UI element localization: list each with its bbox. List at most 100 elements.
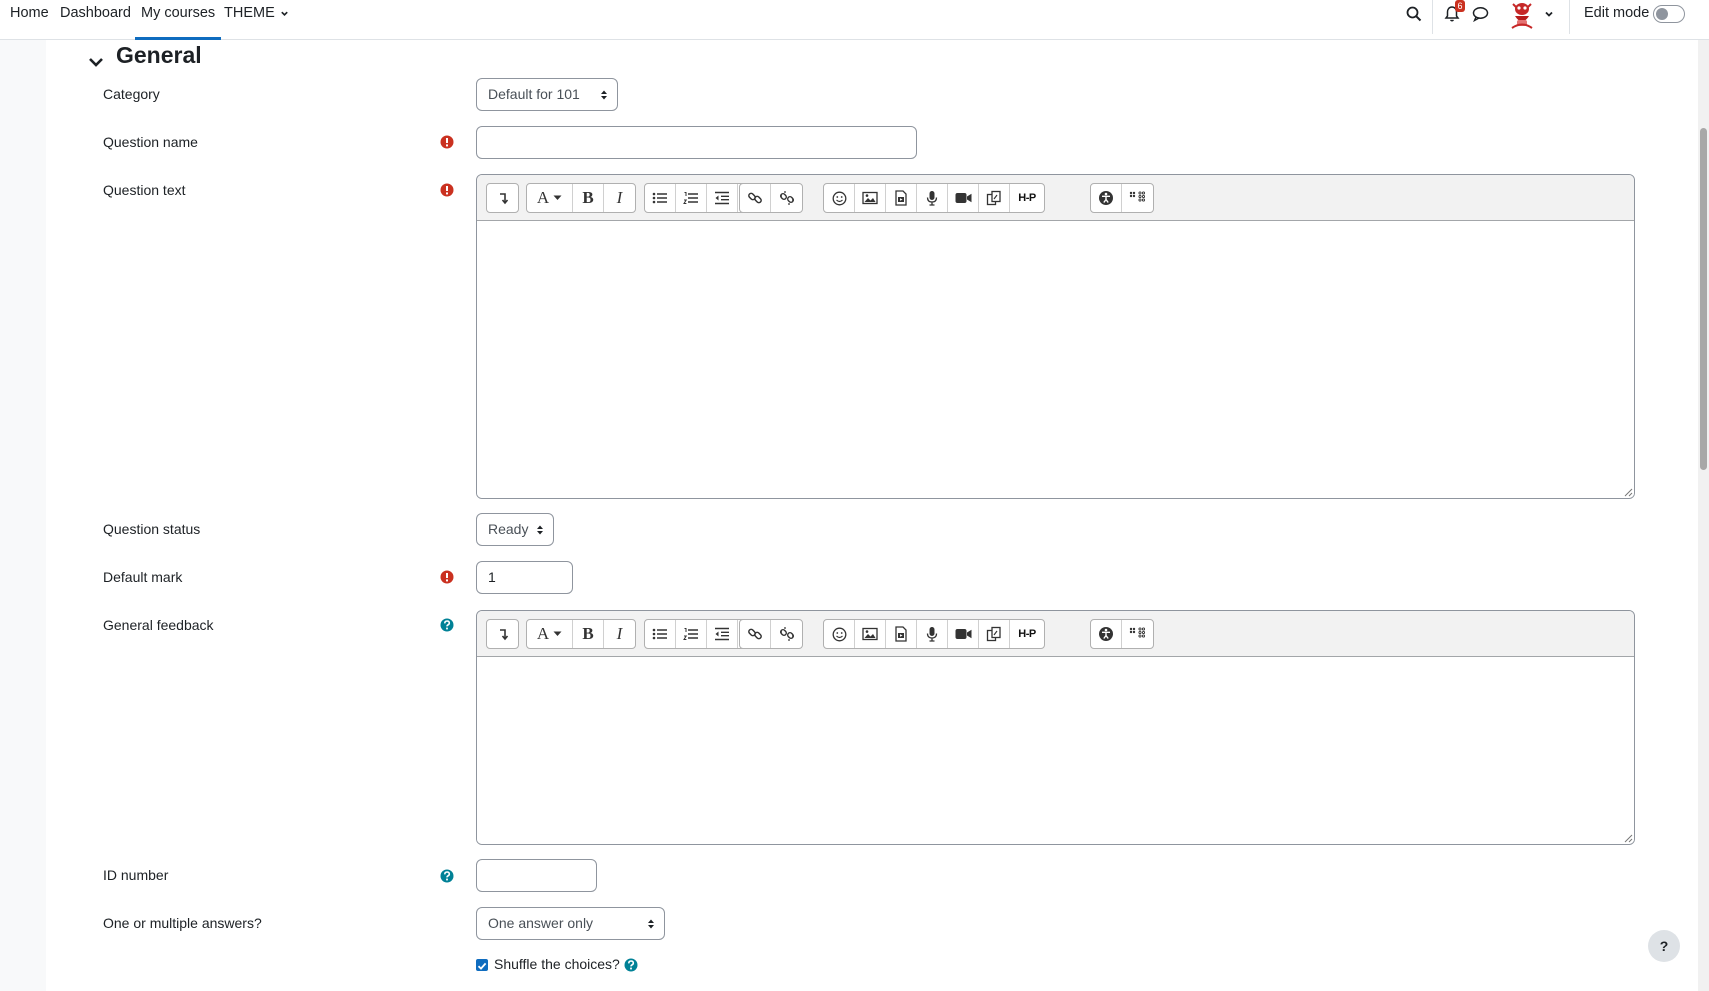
nav-home[interactable]: Home: [10, 0, 49, 40]
collapse-button[interactable]: [487, 184, 518, 212]
nav-theme-label: THEME: [224, 5, 275, 21]
media-button[interactable]: [886, 184, 917, 212]
editor-content-area[interactable]: [477, 221, 1634, 498]
unordered-list-button[interactable]: [645, 184, 676, 212]
font-style-button[interactable]: A: [527, 184, 573, 212]
toolbar-group: [1090, 183, 1154, 213]
nav-theme[interactable]: THEME: [224, 0, 289, 40]
id-number-label: ID number: [103, 867, 169, 883]
general-feedback-label: General feedback: [103, 617, 214, 633]
caret-down-icon: [553, 631, 562, 636]
question-name-input[interactable]: [476, 126, 917, 159]
bold-icon: B: [582, 188, 594, 207]
nav-dashboard[interactable]: Dashboard: [60, 0, 131, 40]
chevron-down-icon[interactable]: [1544, 9, 1554, 19]
bold-button[interactable]: B: [573, 620, 604, 648]
unlink-button[interactable]: [771, 184, 802, 212]
category-select[interactable]: Default for 101: [476, 78, 618, 111]
question-status-value: Ready: [488, 521, 529, 537]
link-button[interactable]: [740, 620, 771, 648]
record-audio-button[interactable]: [917, 620, 948, 648]
screenreader-helper-icon: [1129, 627, 1147, 641]
question-name-label: Question name: [103, 134, 198, 150]
font-style-icon: A: [536, 624, 550, 643]
collapse-icon: [496, 627, 510, 641]
toolbar-group: [486, 619, 519, 649]
select-caret-icon: [601, 90, 607, 100]
editor-content-area[interactable]: [477, 657, 1634, 844]
select-caret-icon: [537, 525, 543, 535]
record-audio-icon: [926, 190, 938, 206]
notification-badge: 6: [1455, 0, 1465, 12]
record-video-button[interactable]: [948, 620, 979, 648]
collapse-button[interactable]: [487, 620, 518, 648]
emoji-button[interactable]: [824, 620, 855, 648]
category-value: Default for 101: [488, 86, 580, 102]
italic-button[interactable]: I: [604, 620, 635, 648]
ordered-list-button[interactable]: [676, 620, 707, 648]
resize-handle-icon[interactable]: [1623, 487, 1633, 497]
unordered-list-button[interactable]: [645, 620, 676, 648]
section-collapse-chevron-icon[interactable]: [88, 48, 104, 76]
emoji-button[interactable]: [824, 184, 855, 212]
chat-icon[interactable]: [1472, 6, 1489, 22]
general-feedback-editor[interactable]: A B I H-P: [476, 610, 1635, 845]
question-status-select[interactable]: Ready: [476, 513, 554, 546]
section-title: General: [116, 42, 202, 68]
avatar[interactable]: [1507, 1, 1537, 29]
ordered-list-button[interactable]: [676, 184, 707, 212]
h5p-button[interactable]: H-P: [1010, 184, 1044, 212]
toolbar-group: H-P: [823, 619, 1045, 649]
search-icon[interactable]: [1406, 6, 1422, 22]
outdent-button[interactable]: [707, 184, 738, 212]
media-icon: [894, 190, 908, 206]
record-audio-button[interactable]: [917, 184, 948, 212]
link-icon: [747, 190, 763, 206]
help-fab-button[interactable]: ?: [1648, 930, 1680, 962]
manage-files-button[interactable]: [979, 620, 1010, 648]
nav-my-courses[interactable]: My courses: [134, 0, 222, 40]
caret-down-icon: [553, 195, 562, 200]
unlink-button[interactable]: [771, 620, 802, 648]
font-style-button[interactable]: A: [527, 620, 573, 648]
image-icon: [862, 191, 878, 205]
h5p-button[interactable]: H-P: [1010, 620, 1044, 648]
bold-button[interactable]: B: [573, 184, 604, 212]
screenreader-helper-button[interactable]: [1122, 620, 1153, 648]
media-button[interactable]: [886, 620, 917, 648]
h5p-icon: H-P: [1018, 192, 1036, 204]
scrollbar-thumb[interactable]: [1700, 128, 1707, 470]
outdent-button[interactable]: [707, 620, 738, 648]
accessibility-checker-button[interactable]: [1091, 620, 1122, 648]
media-icon: [894, 626, 908, 642]
image-button[interactable]: [855, 184, 886, 212]
question-text-editor[interactable]: A B I H-P: [476, 174, 1635, 499]
edit-mode-toggle[interactable]: [1653, 5, 1685, 23]
screenreader-helper-button[interactable]: [1122, 184, 1153, 212]
answers-mode-select[interactable]: One answer only: [476, 907, 665, 940]
default-mark-input[interactable]: 1: [476, 561, 573, 594]
italic-button[interactable]: I: [604, 184, 635, 212]
help-icon[interactable]: [440, 869, 454, 883]
resize-handle-icon[interactable]: [1623, 833, 1633, 843]
help-icon[interactable]: [440, 618, 454, 632]
image-button[interactable]: [855, 620, 886, 648]
shuffle-label: Shuffle the choices?: [494, 956, 620, 972]
accessibility-checker-button[interactable]: [1091, 184, 1122, 212]
record-video-button[interactable]: [948, 184, 979, 212]
manage-files-button[interactable]: [979, 184, 1010, 212]
question-status-label: Question status: [103, 521, 201, 537]
ordered-list-icon: [683, 191, 699, 205]
outdent-icon: [714, 627, 730, 641]
unlink-icon: [779, 190, 795, 206]
id-number-input[interactable]: [476, 859, 597, 892]
accessibility-checker-icon: [1098, 626, 1114, 642]
shuffle-checkbox[interactable]: [476, 959, 488, 971]
answers-mode-value: One answer only: [488, 915, 594, 931]
link-button[interactable]: [740, 184, 771, 212]
help-icon[interactable]: [624, 958, 638, 972]
font-style-icon: A: [536, 188, 550, 207]
unlink-icon: [779, 626, 795, 642]
page-scrollbar[interactable]: [1698, 40, 1709, 991]
emoji-icon: [832, 627, 847, 642]
